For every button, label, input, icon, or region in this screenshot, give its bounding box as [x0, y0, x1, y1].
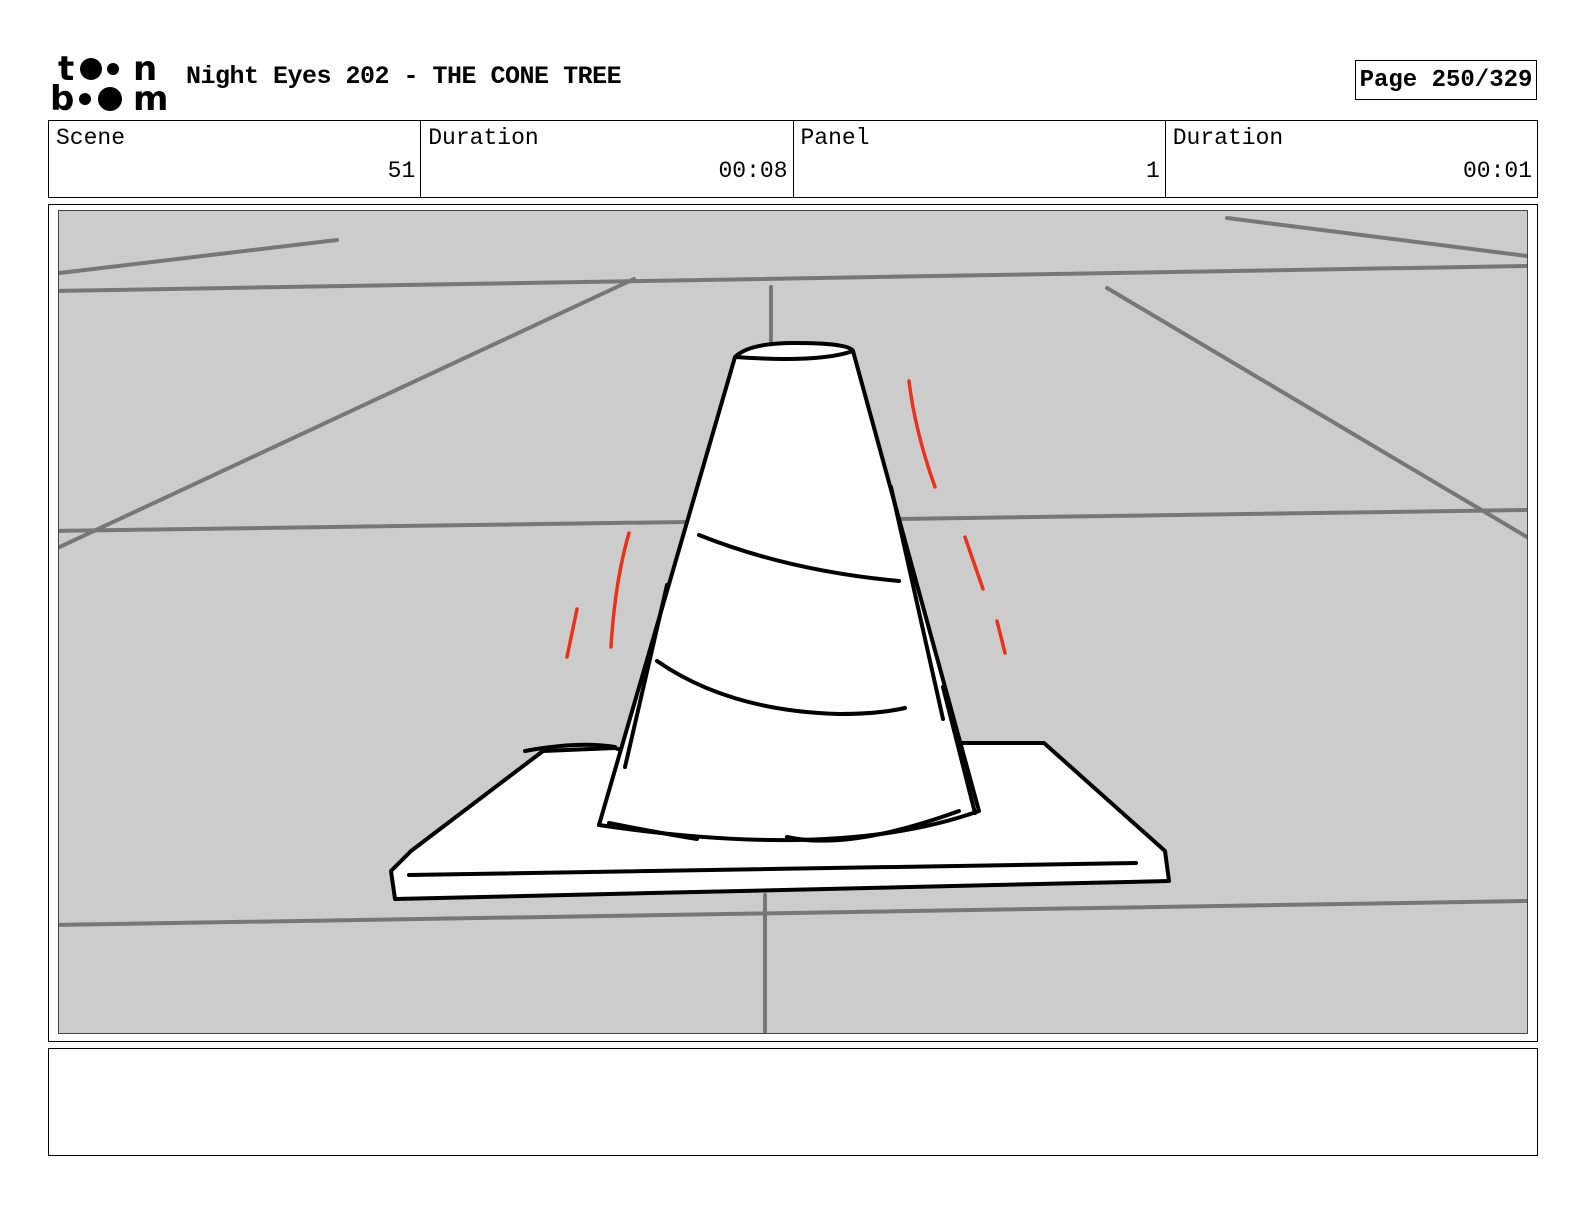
scene-duration-cell: Duration 00:08 — [421, 121, 794, 197]
project-title: Night Eyes 202 - THE CONE TREE — [186, 62, 622, 91]
traffic-cone-sketch — [59, 216, 1527, 1033]
panel-duration-cell: Duration 00:01 — [1166, 121, 1537, 197]
panel-value: 1 — [1145, 158, 1160, 184]
scene-duration-label: Duration — [428, 125, 539, 151]
panel-duration-label: Duration — [1172, 125, 1284, 151]
action-notes-text — [49, 1049, 1537, 1065]
toon-boom-logo-icon: t n b m — [50, 49, 168, 119]
action-notes-box — [48, 1048, 1538, 1156]
panel-duration-value: 00:01 — [1462, 158, 1532, 184]
storyboard-panel-frame — [48, 204, 1538, 1042]
panel-info-row: Scene 51 Duration 00:08 Panel 1 Duration… — [48, 120, 1538, 198]
scene-cell: Scene 51 — [49, 121, 422, 197]
svg-text:b: b — [50, 79, 74, 114]
scene-label: Scene — [56, 125, 126, 151]
cone-body — [597, 341, 981, 843]
storyboard-panel-image — [58, 210, 1528, 1034]
scene-value: 51 — [387, 158, 416, 184]
panel-cell: Panel 1 — [794, 121, 1166, 197]
scene-duration-value: 00:08 — [718, 158, 788, 184]
svg-text:m: m — [133, 79, 166, 114]
page-indicator: Page 250/329 — [1355, 60, 1537, 100]
panel-label: Panel — [800, 125, 870, 151]
